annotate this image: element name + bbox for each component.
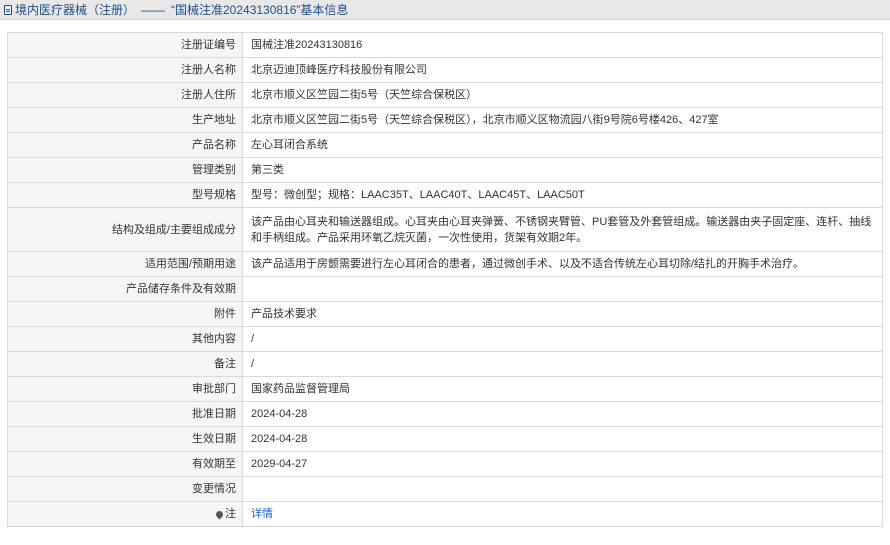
note-value-cell: 详情 bbox=[242, 501, 883, 527]
row-value bbox=[242, 276, 883, 302]
row-label: 备注 bbox=[7, 351, 243, 377]
table-row: 型号规格 型号：微创型；规格：LAAC35T、LAAC40T、LAAC45T、L… bbox=[7, 182, 883, 208]
table-row: 注册证编号 国械注准20243130816 bbox=[7, 32, 883, 58]
row-label: 审批部门 bbox=[7, 376, 243, 402]
row-value: 该产品适用于房颤需要进行左心耳闭合的患者，通过微创手术、以及不适合传统左心耳切除… bbox=[242, 251, 883, 277]
details-link[interactable]: 详情 bbox=[251, 508, 273, 520]
table-row: 有效期至 2029-04-27 bbox=[7, 451, 883, 477]
row-label: 产品名称 bbox=[7, 132, 243, 158]
table-row: 附件 产品技术要求 bbox=[7, 301, 883, 327]
note-row: 注 详情 bbox=[7, 501, 883, 527]
row-value: 产品技术要求 bbox=[242, 301, 883, 327]
row-label: 附件 bbox=[7, 301, 243, 327]
row-label: 变更情况 bbox=[7, 476, 243, 502]
table-row: 生产地址 北京市顺义区竺园二街5号（天竺综合保税区），北京市顺义区物流园八街9号… bbox=[7, 107, 883, 133]
row-label: 型号规格 bbox=[7, 182, 243, 208]
table-row: 其他内容 / bbox=[7, 326, 883, 352]
table-row: 产品储存条件及有效期 bbox=[7, 276, 883, 302]
row-value: 该产品由心耳夹和输送器组成。心耳夹由心耳夹弹簧、不锈钢夹臂管、PU套管及外套管组… bbox=[242, 207, 883, 252]
row-value: / bbox=[242, 351, 883, 377]
row-value: 国械注准20243130816 bbox=[242, 32, 883, 58]
row-value: 北京市顺义区竺园二街5号（天竺综合保税区） bbox=[242, 82, 883, 108]
row-value: 型号：微创型；规格：LAAC35T、LAAC40T、LAAC45T、LAAC50… bbox=[242, 182, 883, 208]
row-value: 国家药品监督管理局 bbox=[242, 376, 883, 402]
table-row: 注册人住所 北京市顺义区竺园二街5号（天竺综合保税区） bbox=[7, 82, 883, 108]
row-label: 注册人住所 bbox=[7, 82, 243, 108]
row-label: 注册人名称 bbox=[7, 57, 243, 83]
row-value: 2029-04-27 bbox=[242, 451, 883, 477]
row-label: 管理类别 bbox=[7, 157, 243, 183]
row-label: 其他内容 bbox=[7, 326, 243, 352]
document-icon bbox=[4, 4, 12, 15]
table-row: 适用范围/预期用途 该产品适用于房颤需要进行左心耳闭合的患者，通过微创手术、以及… bbox=[7, 251, 883, 277]
row-label: 生产地址 bbox=[7, 107, 243, 133]
row-label: 有效期至 bbox=[7, 451, 243, 477]
note-label-cell: 注 bbox=[7, 501, 243, 527]
pin-icon bbox=[214, 509, 225, 520]
row-value: 左心耳闭合系统 bbox=[242, 132, 883, 158]
row-label: 适用范围/预期用途 bbox=[7, 251, 243, 277]
row-label: 注册证编号 bbox=[7, 32, 243, 58]
info-table: 注册证编号 国械注准20243130816 注册人名称 北京迈迪顶峰医疗科技股份… bbox=[7, 32, 883, 527]
row-value: 第三类 bbox=[242, 157, 883, 183]
header-category: 境内医疗器械（注册） bbox=[15, 3, 136, 17]
table-row: 变更情况 bbox=[7, 476, 883, 502]
table-row: 审批部门 国家药品监督管理局 bbox=[7, 376, 883, 402]
header-separator: —— bbox=[141, 2, 166, 17]
table-row: 备注 / bbox=[7, 351, 883, 377]
row-value: 北京迈迪顶峰医疗科技股份有限公司 bbox=[242, 57, 883, 83]
page-header: 境内医疗器械（注册） —— “国械注准20243130816”基本信息 bbox=[0, 0, 890, 20]
row-label: 批准日期 bbox=[7, 401, 243, 427]
table-row: 批准日期 2024-04-28 bbox=[7, 401, 883, 427]
row-value: 2024-04-28 bbox=[242, 426, 883, 452]
row-value: 北京市顺义区竺园二街5号（天竺综合保税区），北京市顺义区物流园八街9号院6号楼4… bbox=[242, 107, 883, 133]
row-value bbox=[242, 476, 883, 502]
row-label: 生效日期 bbox=[7, 426, 243, 452]
table-row: 注册人名称 北京迈迪顶峰医疗科技股份有限公司 bbox=[7, 57, 883, 83]
table-row: 结构及组成/主要组成成分 该产品由心耳夹和输送器组成。心耳夹由心耳夹弹簧、不锈钢… bbox=[7, 207, 883, 252]
table-row: 产品名称 左心耳闭合系统 bbox=[7, 132, 883, 158]
row-label: 结构及组成/主要组成成分 bbox=[7, 207, 243, 252]
note-label: 注 bbox=[225, 508, 236, 520]
table-row: 生效日期 2024-04-28 bbox=[7, 426, 883, 452]
header-record-title: “国械注准20243130816”基本信息 bbox=[171, 3, 349, 17]
row-value: / bbox=[242, 326, 883, 352]
table-row: 管理类别 第三类 bbox=[7, 157, 883, 183]
row-value: 2024-04-28 bbox=[242, 401, 883, 427]
row-label: 产品储存条件及有效期 bbox=[7, 276, 243, 302]
